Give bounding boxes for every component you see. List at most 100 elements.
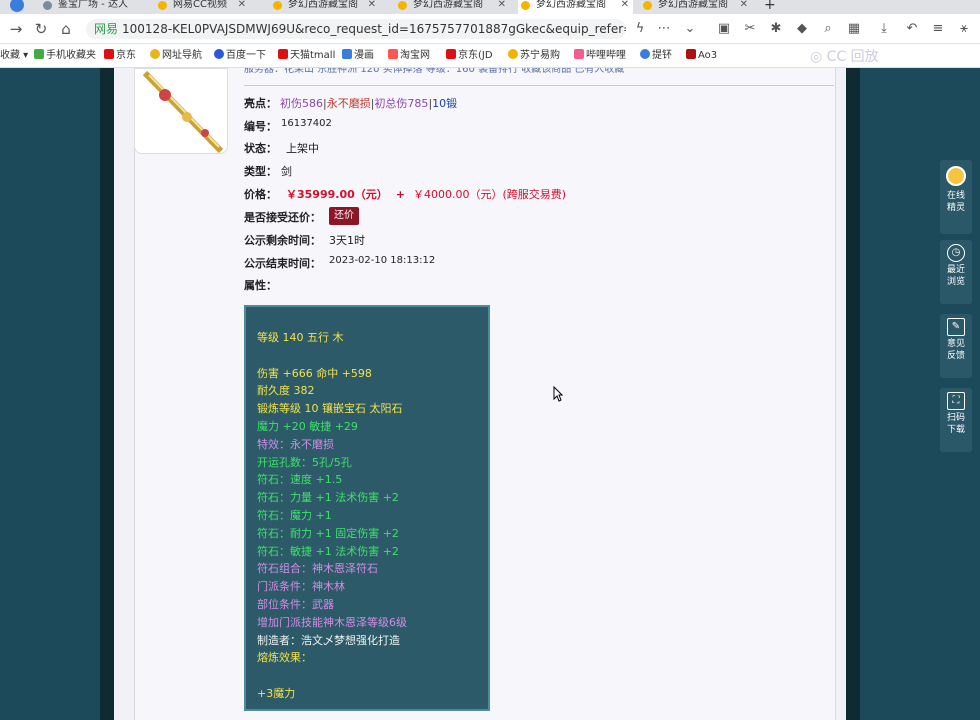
close-icon[interactable]: ✕ xyxy=(498,0,506,14)
tab-1[interactable]: 鉴宝广场 - 达人 xyxy=(40,0,135,14)
bookmark-item[interactable]: 收藏 ▾ xyxy=(0,49,28,63)
more-icon[interactable]: ⋯ xyxy=(656,21,672,37)
tab-label: 梦幻西游藏宝阁 xyxy=(288,0,358,10)
bookmark-item[interactable]: Ao3 xyxy=(686,49,717,63)
close-icon[interactable]: ✕ xyxy=(621,0,629,14)
status-value: 上架中 xyxy=(286,142,319,155)
reload-icon[interactable]: ↻ xyxy=(33,21,49,37)
side-label: 扫码 下载 xyxy=(946,413,965,435)
bookmark-item[interactable]: 京东 xyxy=(104,49,136,63)
favicon-icon xyxy=(643,1,652,10)
item-thumbnail[interactable] xyxy=(134,68,228,154)
new-tab-button[interactable]: + xyxy=(760,0,780,14)
attr-line: 开运孔数：5孔/5孔 xyxy=(257,455,352,469)
bookmark-item[interactable]: 手机收藏夹 xyxy=(34,49,96,63)
home-icon[interactable]: ⌂ xyxy=(58,21,74,37)
phone-icon xyxy=(34,49,44,59)
close-icon[interactable]: ✕ xyxy=(238,0,246,14)
counter-offer-button[interactable]: 还价 xyxy=(329,207,359,225)
price-label: 价格： xyxy=(244,188,277,201)
tab-5-active[interactable]: 梦幻西游藏宝阁 ✕ xyxy=(518,0,633,14)
tmall-icon xyxy=(278,49,288,59)
price-amount: ￥35999.00（元） xyxy=(286,188,388,201)
tab-6[interactable]: 梦幻西游藏宝阁 ✕ xyxy=(640,0,752,14)
close-icon[interactable]: ✕ xyxy=(740,0,748,14)
menu-icon[interactable]: ≡ xyxy=(930,21,946,37)
scissors-icon[interactable]: ✂ xyxy=(742,21,758,37)
bookmark-item[interactable]: 网址导航 xyxy=(150,49,202,63)
attr-line: 锻炼等级 10 镶嵌宝石 太阳石 xyxy=(257,402,403,416)
bookmark-item[interactable]: 百度一下 xyxy=(214,49,266,63)
bookmark-item[interactable]: 提钚 xyxy=(640,49,672,63)
floating-side-panel: 在线 精灵 ◷ 最近 浏览 ✎ 意见 反馈 ⛶ 扫码 下载 xyxy=(940,160,972,452)
sword-image xyxy=(142,70,224,154)
attributes-box: 等级 140 五行 木 伤害 +666 命中 +598 耐久度 382 锻炼等级… xyxy=(244,305,490,711)
tag-unbreakable: 永不磨损 xyxy=(326,97,371,110)
baidu-icon xyxy=(214,49,224,59)
feedback-button[interactable]: ✎ 意见 反馈 xyxy=(940,314,972,378)
favicon-icon xyxy=(158,1,167,10)
tag-total-damage: 初总伤785 xyxy=(374,97,429,110)
attr-line: 熔炼效果： xyxy=(257,651,312,665)
serial-label: 编号： xyxy=(244,120,277,133)
page-border-right xyxy=(846,68,860,720)
side-label: 意见 反馈 xyxy=(946,339,965,361)
download-icon[interactable]: ⤓ xyxy=(876,21,892,37)
cut-icon[interactable]: ⚹ xyxy=(956,21,972,37)
favicon-icon xyxy=(398,1,407,10)
tag-forge-level: 10锻 xyxy=(432,97,458,110)
extension-icon[interactable]: ✱ xyxy=(768,21,784,37)
tab-2[interactable]: 网易CC视频 ✕ xyxy=(155,0,250,14)
forward-icon[interactable]: → xyxy=(8,21,24,37)
comic-icon xyxy=(342,49,352,59)
end-time-value: 2023-02-10 18:13:12 xyxy=(329,255,436,266)
scan-icon: ⛶ xyxy=(947,392,965,410)
bookmark-label: 天猫tmall xyxy=(290,50,336,61)
url-field[interactable]: 网易 100128-KEL0PVAJSDMWJ69U&reco_request_i… xyxy=(86,19,626,39)
nav-icon xyxy=(150,49,160,59)
bookmark-item[interactable]: 淘宝网 xyxy=(388,49,430,63)
bookmark-label: 手机收藏夹 xyxy=(46,50,96,61)
tab-3[interactable]: 梦幻西游藏宝阁 ✕ xyxy=(270,0,380,14)
bilibili-icon xyxy=(574,49,584,59)
mouse-cursor-icon xyxy=(553,386,563,402)
chevron-down-icon[interactable]: ⌄ xyxy=(682,21,698,37)
window-icon[interactable]: ▣ xyxy=(716,21,732,37)
tab-label: 鉴宝广场 - 达人 xyxy=(58,0,128,10)
close-icon[interactable]: ✕ xyxy=(368,0,376,14)
suning-icon xyxy=(508,49,518,59)
remaining-time-label: 公示剩余时间： xyxy=(244,234,321,247)
online-assistant-button[interactable]: 在线 精灵 xyxy=(940,160,972,234)
globe-icon xyxy=(43,1,52,10)
favicon-icon xyxy=(273,1,282,10)
recent-browse-button[interactable]: ◷ 最近 浏览 xyxy=(940,240,972,304)
taobao-icon xyxy=(388,49,398,59)
tab-4[interactable]: 梦幻西游藏宝阁 ✕ xyxy=(395,0,510,14)
bookmark-label: 百度一下 xyxy=(226,50,266,61)
lightning-icon[interactable]: ϟ xyxy=(632,21,648,37)
bookmark-label: 提钚 xyxy=(652,50,672,61)
side-label: 最近 浏览 xyxy=(946,265,965,287)
bookmark-item[interactable]: 漫画 xyxy=(342,49,374,63)
page-background-left xyxy=(0,68,100,720)
bookmark-item[interactable]: 天猫tmall xyxy=(278,49,335,63)
bookmarks-bar: 收藏 ▾ 手机收藏夹 京东 网址导航 百度一下 天猫tmall 漫画 淘宝网 京… xyxy=(0,44,980,68)
type-value: 剑 xyxy=(281,165,292,178)
cc-watermark-logo: ◎ CC 回放 xyxy=(810,49,879,65)
search-icon[interactable]: ⌕ xyxy=(820,21,836,37)
bookmark-item[interactable]: 京东(JD xyxy=(446,49,493,63)
fox-icon[interactable]: ◆ xyxy=(794,21,810,37)
bookmark-item[interactable]: 苏宁易购 xyxy=(508,49,560,63)
bookmark-label: 淘宝网 xyxy=(400,50,430,61)
page-border-left xyxy=(100,68,114,720)
url-text: 100128-KEL0PVAJSDMWJ69U&reco_request_id=… xyxy=(122,22,626,36)
browser-logo-icon xyxy=(10,0,24,12)
bookmark-item[interactable]: 哔哩哔哩 xyxy=(574,49,626,63)
attr-line: 制造者：浩文乄梦想强化打造 xyxy=(257,633,400,647)
grid-icon[interactable]: ▦ xyxy=(846,21,862,37)
bookmark-label: 哔哩哔哩 xyxy=(586,50,626,61)
attributes-label: 属性： xyxy=(244,279,277,292)
attr-line: +3魔力 xyxy=(257,686,296,700)
undo-icon[interactable]: ↶ xyxy=(904,21,920,37)
scan-download-button[interactable]: ⛶ 扫码 下载 xyxy=(940,388,972,452)
